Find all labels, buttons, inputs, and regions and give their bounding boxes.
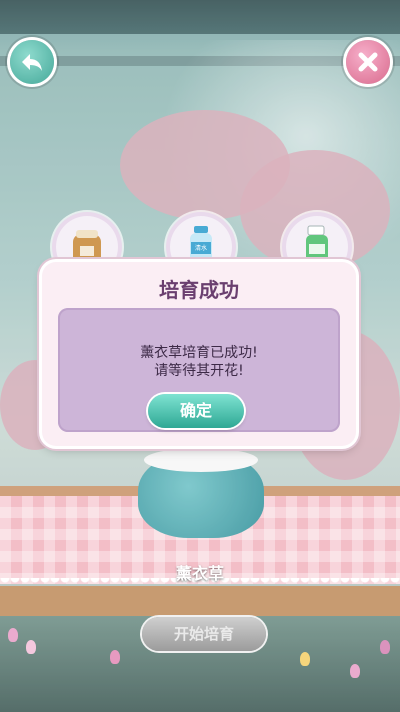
success-dialog: 培育成功 薰衣草培育已成功! 请等待其开花! 确定	[42, 262, 356, 446]
dialog-message-line1: 薰衣草培育已成功!	[140, 345, 258, 361]
confirm-button[interactable]: 确定	[148, 394, 244, 428]
dialog-message-line2: 请等待其开花!	[154, 363, 244, 379]
dialog-message-panel: 薰衣草培育已成功! 请等待其开花! 确定	[58, 308, 340, 432]
dialog-title: 培育成功	[159, 278, 239, 302]
game-screen: 清水 薰衣草 开始培育 培育成功 薰衣草培育已成功! 请等待其开花! 确定	[0, 0, 400, 712]
